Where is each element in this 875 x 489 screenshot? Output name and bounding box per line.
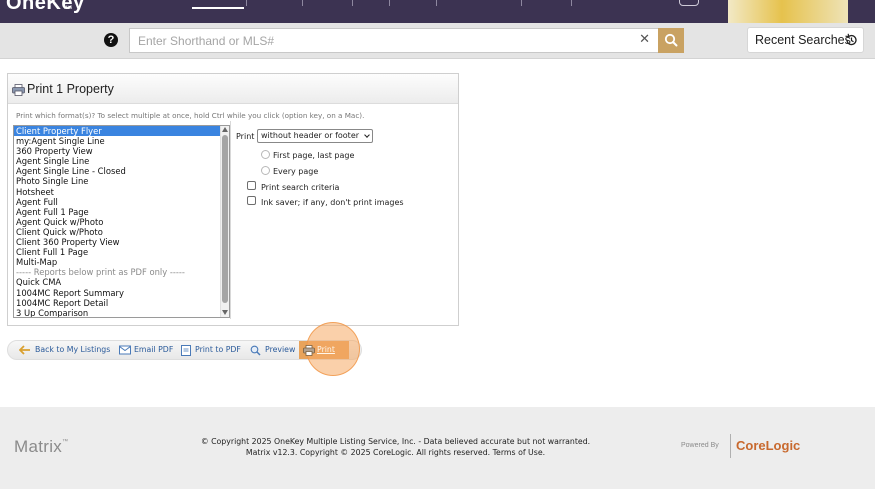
format-option[interactable]: Photo Single Line [14,176,229,186]
search-button[interactable] [658,28,684,53]
format-option[interactable]: Agent Single Line [14,156,229,166]
print-to-pdf-link[interactable]: Print to PDF [195,345,241,354]
format-option[interactable]: Client 360 Property View [14,237,229,247]
trademark-symbol: ™ [62,439,69,445]
notification-icon[interactable] [679,0,699,6]
user-avatar-blurred[interactable] [728,0,848,23]
page-footer: Matrix™ © Copyright 2025 OneKey Multiple… [0,407,875,489]
radio-every-page-label: Every page [273,167,319,176]
email-pdf-link[interactable]: Email PDF [134,345,173,354]
radio-every-page[interactable] [261,166,270,175]
print-select-value: without header or footer [261,131,360,140]
printer-icon [12,84,25,96]
recent-searches-button[interactable]: Recent Searches [747,27,864,53]
print-button[interactable]: Print [317,345,335,354]
back-to-listings-link[interactable]: Back to My Listings [35,345,110,354]
nav-separator [571,0,572,6]
pdf-icon [181,345,191,356]
panel-title: Print 1 Property [27,82,114,96]
nav-separator [521,0,522,6]
format-option[interactable]: Agent Full 1 Page [14,207,229,217]
nav-separator [352,0,353,6]
search-bar: ? ✕ Recent Searches [0,23,875,59]
checkbox-ink-saver[interactable] [247,196,256,205]
nav-separator [389,0,390,6]
copyright-line-2-text: Matrix v12.3. Copyright © 2025 CoreLogic… [245,448,491,457]
back-arrow-icon [19,345,30,355]
close-icon[interactable]: ✕ [639,32,650,47]
email-icon [119,345,131,355]
radio-first-last-page[interactable] [261,150,270,159]
magnifier-icon [250,345,261,356]
panel-divider [230,121,231,319]
panel-header: Print 1 Property [8,74,458,104]
logo-mls-tag: MLS [64,5,73,10]
recent-searches-label: Recent Searches [755,33,851,47]
scroll-up-icon[interactable] [222,127,228,132]
printer-icon [303,345,315,356]
nav-separator [246,0,247,6]
format-option: ----- Reports below print as PDF only --… [16,267,185,278]
question-circle-icon[interactable]: ? [104,33,118,47]
print-select-label: Print [236,132,255,141]
format-option[interactable]: 1004MC Report Summary [14,288,229,298]
top-nav-bar: OneKey MLS [0,0,875,23]
preview-link[interactable]: Preview [265,345,295,354]
format-option[interactable]: 3 Up Comparison [14,308,229,317]
format-listbox[interactable]: Client Property Flyer my:Agent Single Lin… [13,125,230,318]
active-nav-indicator [192,7,244,9]
format-option[interactable]: 360 Property View [14,146,229,156]
copyright-line-2: Matrix v12.3. Copyright © 2025 CoreLogic… [188,447,603,458]
format-option[interactable]: 1004MC Report Detail [14,298,229,308]
corelogic-divider [730,434,731,458]
corelogic-logo[interactable]: CoreLogic [736,438,800,453]
onekey-logo[interactable]: OneKey [6,0,85,15]
powered-by-label: Powered By [681,442,719,449]
checkbox-search-criteria-label: Print search criteria [261,183,340,192]
checkbox-ink-saver-label: Ink saver; if any, don't print images [261,198,404,207]
copyright-text: © Copyright 2025 OneKey Multiple Listing… [188,436,603,458]
nav-separator [302,0,303,6]
format-option[interactable]: Agent Quick w/Photo [14,217,229,227]
listbox-scrollbar[interactable] [220,126,229,317]
search-icon [664,33,678,47]
print-header-select[interactable]: without header or footer [257,129,373,143]
matrix-logo-text: Matrix [14,437,63,456]
format-option[interactable]: Hotsheet [14,187,229,197]
format-option[interactable]: Quick CMA [14,277,229,287]
format-option[interactable]: Agent Single Line - Closed [14,166,229,176]
scroll-down-icon[interactable] [222,310,228,315]
copyright-line-1: © Copyright 2025 OneKey Multiple Listing… [200,437,591,446]
format-option[interactable]: Client Full 1 Page [14,247,229,257]
format-option[interactable]: Agent Full [14,197,229,207]
search-box: ✕ [129,28,659,53]
terms-of-use-link[interactable]: Terms of Use. [493,448,545,457]
format-option[interactable]: Client Quick w/Photo [14,227,229,237]
checkbox-search-criteria[interactable] [247,181,256,190]
nav-separator [436,0,437,6]
scroll-thumb[interactable] [222,135,228,303]
search-input[interactable] [130,29,630,52]
format-option[interactable]: my:Agent Single Line [14,136,229,146]
radio-first-last-label: First page, last page [273,151,355,160]
chevron-down-icon [364,132,370,138]
history-icon [845,33,857,46]
format-option[interactable]: Multi-Map [14,257,229,267]
matrix-logo: Matrix™ [14,437,68,457]
format-option[interactable]: Client Property Flyer [14,126,229,137]
print-instructions: Print which format(s)? To select multipl… [16,111,365,120]
print-panel: Print 1 Property Print which format(s)? … [7,73,459,326]
